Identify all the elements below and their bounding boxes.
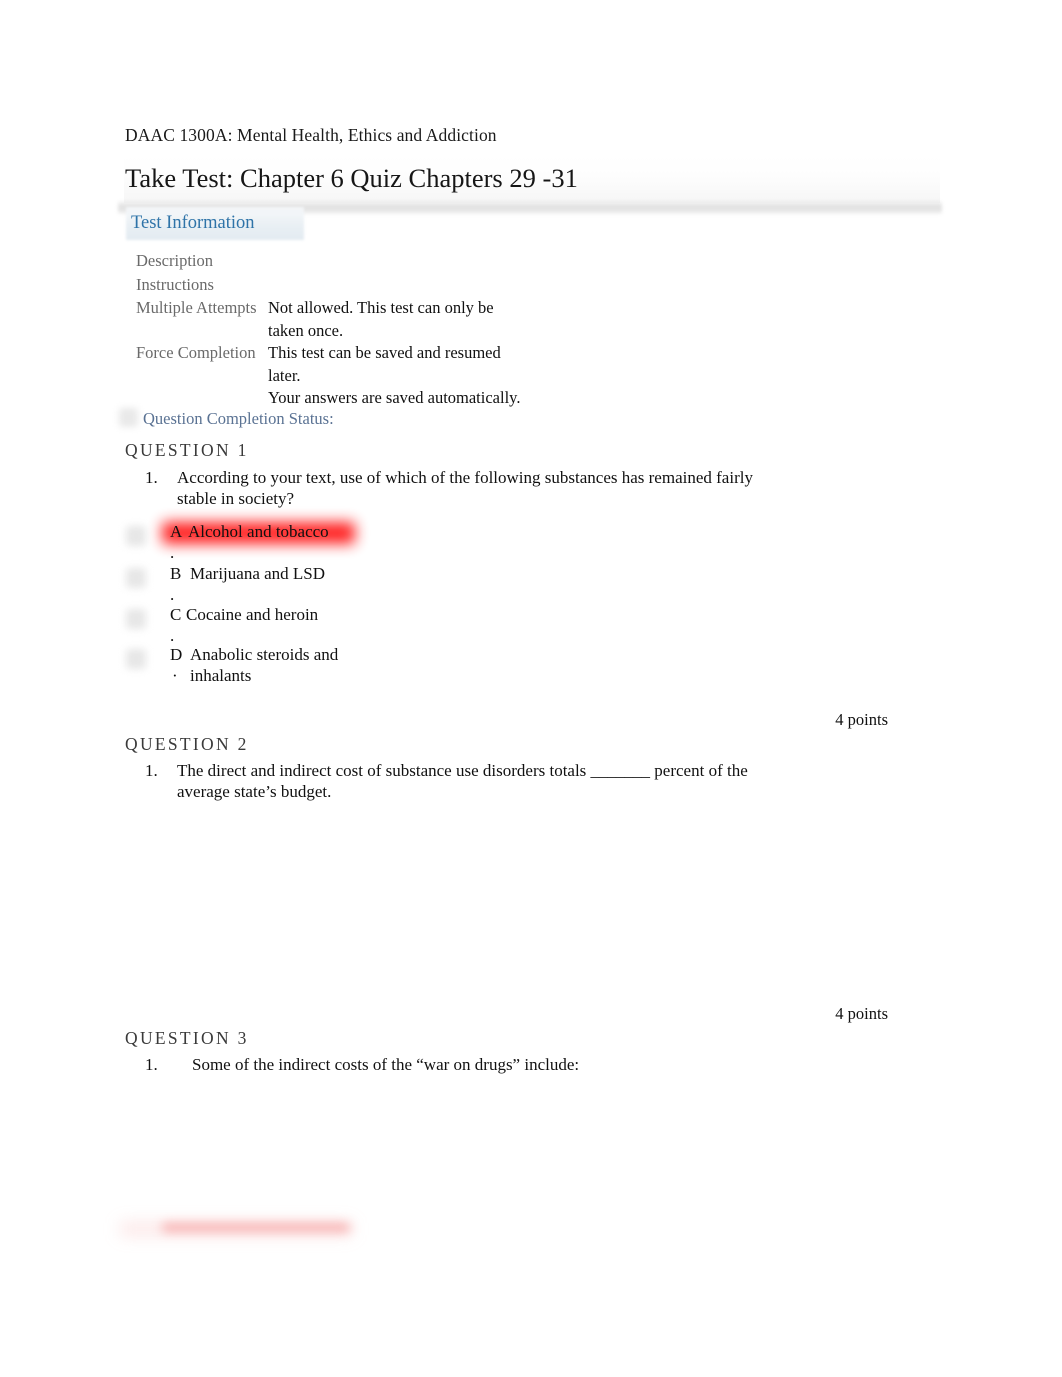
info-label-description: Description (136, 251, 213, 270)
info-label-force-completion: Force Completion (136, 343, 256, 362)
question-3-heading: QUESTION 3 (125, 1028, 249, 1048)
table-row: Description (136, 250, 616, 274)
table-row: Multiple Attempts Not allowed. This test… (136, 297, 616, 342)
radio-button-c[interactable] (126, 609, 146, 629)
question-3-text: Some of the indirect costs of the “war o… (192, 1055, 580, 1074)
answer-option-b[interactable]: B . Marijuana and LSD (126, 563, 556, 605)
option-period-c: . (170, 626, 175, 645)
question-2-text: The direct and indirect cost of substanc… (177, 761, 748, 801)
option-period-d: · (172, 666, 178, 685)
info-label-multiple-attempts: Multiple Attempts (136, 298, 257, 317)
radio-button-a[interactable] (126, 526, 146, 546)
table-row: Instructions (136, 274, 616, 298)
question-1-number: 1. (145, 468, 158, 487)
info-value-autosave: Your answers are saved automatically. (268, 388, 521, 407)
page-title: Take Test: Chapter 6 Quiz Chapters 29 -3… (125, 163, 578, 193)
info-label-instructions: Instructions (136, 274, 214, 294)
question-2-heading: QUESTION 2 (125, 734, 249, 754)
info-value-multiple-attempts: Not allowed. This test can only be taken… (268, 298, 494, 340)
option-letter-a: A (170, 522, 183, 541)
question-2-points: 4 points (835, 1004, 888, 1023)
question-3-number: 1. (145, 1055, 158, 1074)
option-letter-c: C (170, 605, 182, 624)
completion-status-icon (119, 408, 138, 427)
option-period-b: . (170, 585, 175, 604)
question-completion-status[interactable]: Question Completion Status: (143, 408, 334, 430)
document-page: DAAC 1300A: Mental Health, Ethics and Ad… (0, 0, 1062, 1377)
option-text-b: Marijuana and LSD (190, 564, 326, 583)
option-letter-d: D (170, 645, 183, 664)
option-text-a: Alcohol and tobacco (188, 522, 329, 541)
course-breadcrumb: DAAC 1300A: Mental Health, Ethics and Ad… (125, 125, 497, 145)
answer-option-a[interactable]: A . Alcohol and tobacco (126, 521, 556, 563)
tab-test-information[interactable]: Test Information (131, 210, 255, 236)
table-row: Force Completion This test can be saved … (136, 342, 616, 387)
option-text-d: Anabolic steroids and inhalants (190, 645, 339, 685)
radio-button-b[interactable] (126, 568, 146, 588)
option-text-c: Cocaine and heroin (186, 605, 319, 624)
question-2-number: 1. (145, 761, 158, 780)
question-1-text: According to your text, use of which of … (177, 468, 753, 508)
info-value-force-completion: This test can be saved and resumed later… (268, 343, 501, 385)
bottom-red-highlight (162, 1224, 350, 1231)
table-row: Your answers are saved automatically. (136, 387, 616, 410)
question-1-points: 4 points (835, 710, 888, 729)
answer-option-c[interactable]: C . Cocaine and heroin (126, 604, 556, 646)
option-period-a: . (170, 543, 175, 562)
test-information-table: Description Instructions Multiple Attemp… (136, 250, 616, 410)
info-label-autosave (136, 387, 268, 388)
question-1-heading: QUESTION 1 (125, 440, 249, 460)
radio-button-d[interactable] (126, 649, 146, 669)
answer-option-d[interactable]: D · Anabolic steroids and inhalants (126, 644, 556, 702)
option-letter-b: B (170, 564, 182, 583)
